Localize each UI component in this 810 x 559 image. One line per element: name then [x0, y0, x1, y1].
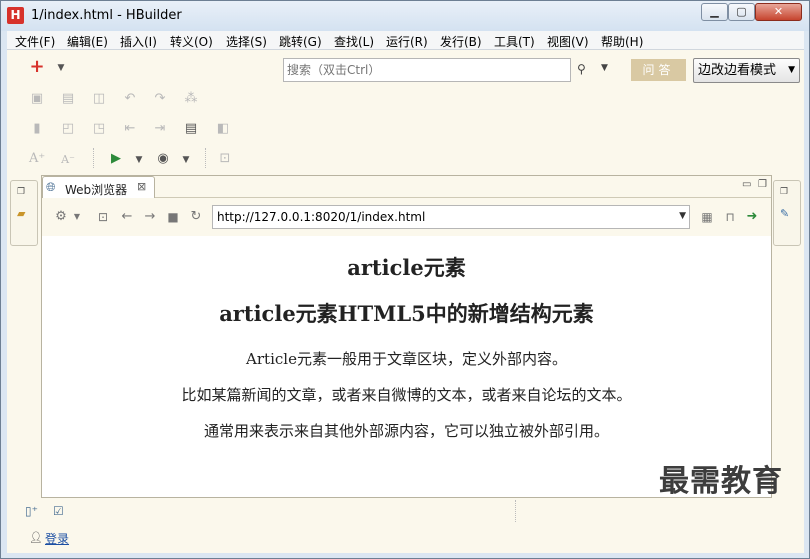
menu-run[interactable]: 运行(R) — [386, 33, 428, 50]
chevron-down-icon: ▼ — [788, 65, 795, 75]
settings-gear-icon[interactable]: ⚙ — [53, 209, 69, 225]
menu-help[interactable]: 帮助(H) — [601, 33, 643, 50]
save-all-icon[interactable]: ▤ — [60, 91, 76, 107]
browser-dropdown-icon[interactable]: ▼ — [178, 152, 194, 168]
status-separator — [515, 500, 516, 522]
go-arrow-icon[interactable]: ➜ — [744, 209, 760, 225]
page-paragraph: 通常用来表示来自其他外部源内容，它可以独立被外部引用。 — [203, 422, 609, 440]
tab-close-icon[interactable]: ⊠ — [137, 180, 146, 193]
maximize-button[interactable]: ▢ — [728, 3, 755, 21]
url-input[interactable] — [213, 206, 673, 228]
lock-icon[interactable]: ⊓ — [722, 209, 738, 225]
next-file-icon[interactable]: ◳ — [91, 121, 107, 137]
toolbar-separator — [93, 148, 94, 168]
menu-insert[interactable]: 插入(I) — [120, 33, 157, 50]
new-project-icon[interactable]: ▯⁺ — [25, 504, 38, 518]
menu-escape[interactable]: 转义(O) — [170, 33, 213, 50]
minimize-button[interactable]: ▁ — [701, 3, 728, 21]
menu-file[interactable]: 文件(F) — [15, 33, 55, 50]
tab-web-browser[interactable]: 🌐︎ Web浏览器 ⊠ — [42, 176, 155, 199]
search-dropdown-icon[interactable]: ▼ — [601, 63, 608, 73]
user-icon: 👤︎ — [29, 531, 43, 544]
search-icon[interactable]: ⚲ — [577, 62, 591, 76]
qr-code-icon[interactable]: ▦ — [699, 209, 715, 225]
prev-file-icon[interactable]: ◰ — [60, 121, 76, 137]
window-title: 1/index.html - HBuilder — [31, 8, 182, 23]
run-dropdown-icon[interactable]: ▼ — [131, 152, 147, 168]
close-button[interactable]: ✕ — [755, 3, 802, 21]
url-dropdown-icon[interactable]: ▼ — [679, 211, 686, 221]
forward-arrow-icon[interactable]: → — [142, 209, 158, 225]
menu-edit[interactable]: 编辑(E) — [67, 33, 108, 50]
browser-toolbar: ⚙ ▼ ⊡ ← → ■ ↻ ▼ ▦ ⊓ ➜ — [42, 198, 771, 236]
run-toolbar: A⁺ A⁻ ▶ ▼ ◉ ▼ ⊡ — [7, 146, 267, 174]
settings-dropdown-icon[interactable]: ▼ — [69, 209, 85, 225]
edit-toolbar: ▣ ▤ ◫ ↶ ↷ ⁂ — [7, 88, 267, 116]
menu-tools[interactable]: 工具(T) — [494, 33, 535, 50]
restore-icon[interactable]: ❐ — [17, 187, 25, 197]
hbuilder-logo-icon: H — [7, 7, 24, 24]
save-icon[interactable]: ▣ — [29, 91, 45, 107]
menu-find[interactable]: 查找(L) — [334, 33, 374, 50]
bottom-bar: ▯⁺ ☑ 👤︎ 登录 — [7, 500, 804, 553]
menu-bar: 文件(F) 编辑(E) 插入(I) 转义(O) 选择(S) 跳转(G) 查找(L… — [7, 31, 804, 50]
panel-maximize-icon[interactable]: ❐ — [758, 179, 767, 190]
new-file-icon[interactable]: + — [29, 58, 45, 76]
preview-icon[interactable]: ◧ — [215, 121, 231, 137]
panel-minimize-icon[interactable]: ▭ — [742, 179, 751, 190]
run-icon[interactable]: ▶ — [108, 151, 124, 167]
menu-goto[interactable]: 跳转(G) — [279, 33, 322, 50]
page-paragraph: Article元素一般用于文章区块，定义外部内容。 — [246, 350, 567, 368]
outline-view-icon[interactable]: ✎ — [780, 207, 789, 220]
terminal-icon[interactable]: ⊡ — [95, 209, 111, 225]
console-icon[interactable]: ⊡ — [217, 151, 233, 167]
outline-icon[interactable]: ▤ — [183, 121, 199, 137]
revert-icon[interactable]: ◫ — [91, 91, 107, 107]
main-toolbar: + ▼ ⚲ ▼ 问答 边改边看模式 ▼ — [7, 54, 804, 83]
app-window: H 1/index.html - HBuilder ▁ ▢ ✕ 文件(F) 编辑… — [0, 0, 810, 559]
title-bar: H 1/index.html - HBuilder ▁ ▢ ✕ — [1, 1, 809, 31]
login-link[interactable]: 登录 — [45, 530, 69, 547]
font-decrease-icon[interactable]: A⁻ — [60, 152, 76, 168]
mode-select[interactable]: 边改边看模式 ▼ — [693, 58, 800, 83]
browser-icon[interactable]: ◉ — [155, 151, 171, 167]
mode-select-label: 边改边看模式 — [698, 63, 777, 78]
globe-icon: 🌐︎ — [46, 180, 56, 194]
menu-view[interactable]: 视图(V) — [547, 33, 589, 50]
toolbar-separator — [205, 148, 206, 168]
format-icon[interactable]: ⁂ — [183, 91, 199, 107]
back-arrow-icon[interactable]: ← — [119, 209, 135, 225]
answer-button[interactable]: 问答 — [631, 59, 686, 81]
jump-left-icon[interactable]: ⇤ — [122, 121, 138, 137]
refresh-icon[interactable]: ↻ — [188, 209, 204, 225]
tasks-icon[interactable]: ☑ — [53, 504, 64, 518]
undo-icon[interactable]: ↶ — [122, 91, 138, 107]
search-box[interactable] — [283, 58, 571, 82]
project-explorer-icon[interactable]: ▰ — [17, 207, 25, 220]
restore-icon[interactable]: ❐ — [780, 187, 788, 197]
font-increase-icon[interactable]: A⁺ — [29, 151, 45, 167]
browser-panel: 🌐︎ Web浏览器 ⊠ ▭ ❐ ⚙ ▼ ⊡ ← → ■ ↻ ▼ ▦ — [41, 175, 772, 498]
page-paragraph: 比如某篇新闻的文章，或者来自微博的文本，或者来自论坛的文本。 — [181, 386, 632, 404]
watermark: 最需教育 — [659, 464, 783, 499]
page-heading-1: article元素 — [347, 255, 466, 280]
new-dropdown-icon[interactable]: ▼ — [53, 60, 69, 76]
left-side-trim: ❐ ▰ — [10, 180, 38, 246]
redo-icon[interactable]: ↷ — [152, 91, 168, 107]
jump-right-icon[interactable]: ⇥ — [152, 121, 168, 137]
tab-label: Web浏览器 — [65, 183, 128, 197]
page-heading-2: article元素HTML5中的新增结构元素 — [219, 301, 594, 326]
panel-tabs: 🌐︎ Web浏览器 ⊠ ▭ ❐ — [42, 176, 771, 199]
menu-publish[interactable]: 发行(B) — [440, 33, 482, 50]
bookmark-icon[interactable]: ▮ — [29, 121, 45, 137]
search-input[interactable] — [284, 59, 570, 81]
right-side-trim: ❐ ✎ — [773, 180, 801, 246]
nav-toolbar: ▮ ◰ ◳ ⇤ ⇥ ▤ ◧ — [7, 118, 267, 146]
url-bar[interactable]: ▼ — [212, 205, 690, 229]
menu-select[interactable]: 选择(S) — [226, 33, 267, 50]
stop-icon[interactable]: ■ — [165, 209, 181, 225]
